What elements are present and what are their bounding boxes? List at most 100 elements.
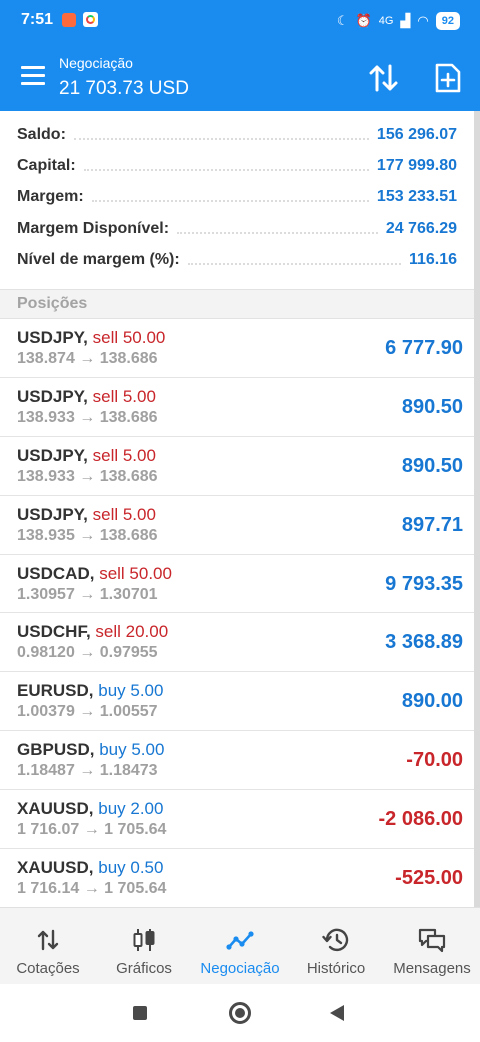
position-row[interactable]: USDJPY, sell 5.00 138.933 → 138.686 890.50 [0,437,474,496]
position-profit: 890.50 [401,454,463,477]
recorder-app-icon [62,13,76,27]
signal-icon: ▟ [400,13,411,28]
position-symbol: USDJPY, [17,445,88,465]
summary-label: Margem Disponível: [17,219,170,237]
position-profit: -525.00 [395,867,463,890]
summary-label: Nível de margem (%): [17,250,180,268]
position-symbol: XAUUSD, [17,799,94,819]
position-row[interactable]: XAUUSD, buy 2.00 1 716.07 → 1 705.64 -2 08… [0,790,474,850]
position-header: XAUUSD, buy 2.00 [17,799,163,819]
tab-charts[interactable]: Gráficos [96,908,192,984]
position-row[interactable]: USDCAD, sell 50.00 1.30957 → 1.30701 9 793… [0,555,474,614]
bottom-navigation: Cotações Gráficos Negociação Histórico M… [0,907,480,984]
position-action: sell 50.00 [99,563,172,583]
tab-label: Mensagens [393,960,471,977]
charts-icon [130,927,158,953]
add-order-icon[interactable] [434,62,462,94]
position-profit: 9 793.35 [385,572,463,595]
position-symbol: XAUUSD, [17,858,94,878]
wifi-icon: ◠ [417,13,429,28]
position-row[interactable]: XAUUSD, buy 0.50 1 716.14 → 1 705.64 -525.… [0,849,474,908]
tab-quotes[interactable]: Cotações [0,908,96,984]
summary-value: 24 766.29 [385,219,457,237]
position-prices: 1 716.14 → 1 705.64 [17,880,167,898]
position-action: buy 5.00 [98,681,164,701]
position-profit: 3 368.89 [385,631,463,654]
summary-row-free-margin: Margem Disponível: 24 766.29 [0,213,474,244]
position-header: USDJPY, sell 5.00 [17,446,156,466]
summary-row-margin-level: Nível de margem (%): 116.16 [0,244,474,275]
position-prices: 1.18487 → 1.18473 [17,762,158,780]
app-header: 7:51 ☾ ⏰ 4G ▟ ◠ 92 Negociação 21 703.73 … [0,0,480,111]
status-bar: 7:51 ☾ ⏰ 4G ▟ ◠ 92 [0,0,480,44]
menu-icon[interactable] [21,66,45,86]
position-prices: 1 716.07 → 1 705.64 [17,821,167,839]
dotted-leader [83,161,369,171]
quotes-icon [34,927,62,953]
position-prices: 1.30957 → 1.30701 [17,585,158,603]
summary-row-margin: Margem: 153 233.51 [0,182,474,213]
position-prices: 1.00379 → 1.00557 [17,703,158,721]
status-time: 7:51 [21,11,54,28]
history-icon [322,927,350,953]
account-summary: Saldo: 156 296.07 Capital: 177 999.80 Ma… [0,111,474,289]
summary-value: 116.16 [408,250,457,268]
tab-label: Histórico [306,960,366,977]
position-action: sell 5.00 [92,445,156,465]
tab-messages[interactable]: Mensagens [384,908,480,984]
summary-value: 177 999.80 [376,156,457,174]
position-symbol: USDJPY, [17,504,88,524]
position-action: buy 5.00 [99,740,165,760]
position-symbol: USDJPY, [17,386,88,406]
tab-label: Cotações [16,960,80,977]
position-row[interactable]: EURUSD, buy 5.00 1.00379 → 1.00557 890.00 [0,672,474,732]
position-prices: 138.933 → 138.686 [17,408,158,426]
recent-apps-icon[interactable] [133,1006,147,1020]
position-action: sell 5.00 [92,504,156,524]
position-row[interactable]: GBPUSD, buy 5.00 1.18487 → 1.18473 -70.00 [0,731,474,791]
sort-icon[interactable] [368,63,400,93]
network-type: 4G [378,15,394,27]
position-symbol: GBPUSD, [17,740,95,760]
summary-label: Margem: [17,188,84,206]
position-header: GBPUSD, buy 5.00 [17,740,164,760]
position-header: USDCAD, sell 50.00 [17,564,172,584]
alarm-icon: ⏰ [355,13,372,28]
position-header: USDJPY, sell 5.00 [17,505,156,525]
summary-label: Capital: [17,156,76,174]
back-icon[interactable] [330,1005,344,1021]
position-row[interactable]: USDJPY, sell 5.00 138.933 → 138.686 890.50 [0,378,474,437]
position-symbol: EURUSD, [17,681,94,701]
tab-history[interactable]: Histórico [288,908,384,984]
position-action: sell 20.00 [95,622,169,642]
status-icons: ☾ ⏰ 4G ▟ ◠ 92 [337,10,460,32]
trade-icon [226,927,254,953]
position-header: EURUSD, buy 5.00 [17,681,163,701]
page-title: 21 703.73 USD [59,78,189,99]
positions-list: USDJPY, sell 50.00 138.874 → 138.686 6 777… [0,319,474,908]
position-profit: 897.71 [401,513,463,536]
tab-trade[interactable]: Negociação [192,908,288,984]
position-row[interactable]: USDJPY, sell 50.00 138.874 → 138.686 6 777… [0,319,474,378]
home-icon[interactable] [229,1002,251,1024]
dotted-leader [91,192,369,203]
position-header: USDJPY, sell 50.00 [17,328,165,348]
positions-section-header: Posições [0,289,474,319]
position-header: XAUUSD, buy 0.50 [17,858,163,878]
position-row[interactable]: USDCHF, sell 20.00 0.98120 → 0.97955 3 368… [0,613,474,673]
position-profit: 890.00 [401,690,463,713]
summary-value: 156 296.07 [376,125,457,143]
position-profit: -2 086.00 [378,808,463,831]
summary-row-equity: Capital: 177 999.80 [0,150,474,181]
page-subtitle: Negociação [59,55,133,71]
position-row[interactable]: USDJPY, sell 5.00 138.935 → 138.686 897.71 [0,496,474,555]
position-prices: 138.933 → 138.686 [17,467,158,485]
battery-icon: 92 [435,12,460,30]
position-prices: 138.935 → 138.686 [17,526,158,544]
dotted-leader [73,130,369,140]
tab-label: Negociação [200,960,280,977]
position-action: buy 2.00 [98,799,164,819]
chrome-app-icon [83,12,98,27]
scrollbar[interactable] [474,111,480,907]
dotted-leader [177,224,378,234]
